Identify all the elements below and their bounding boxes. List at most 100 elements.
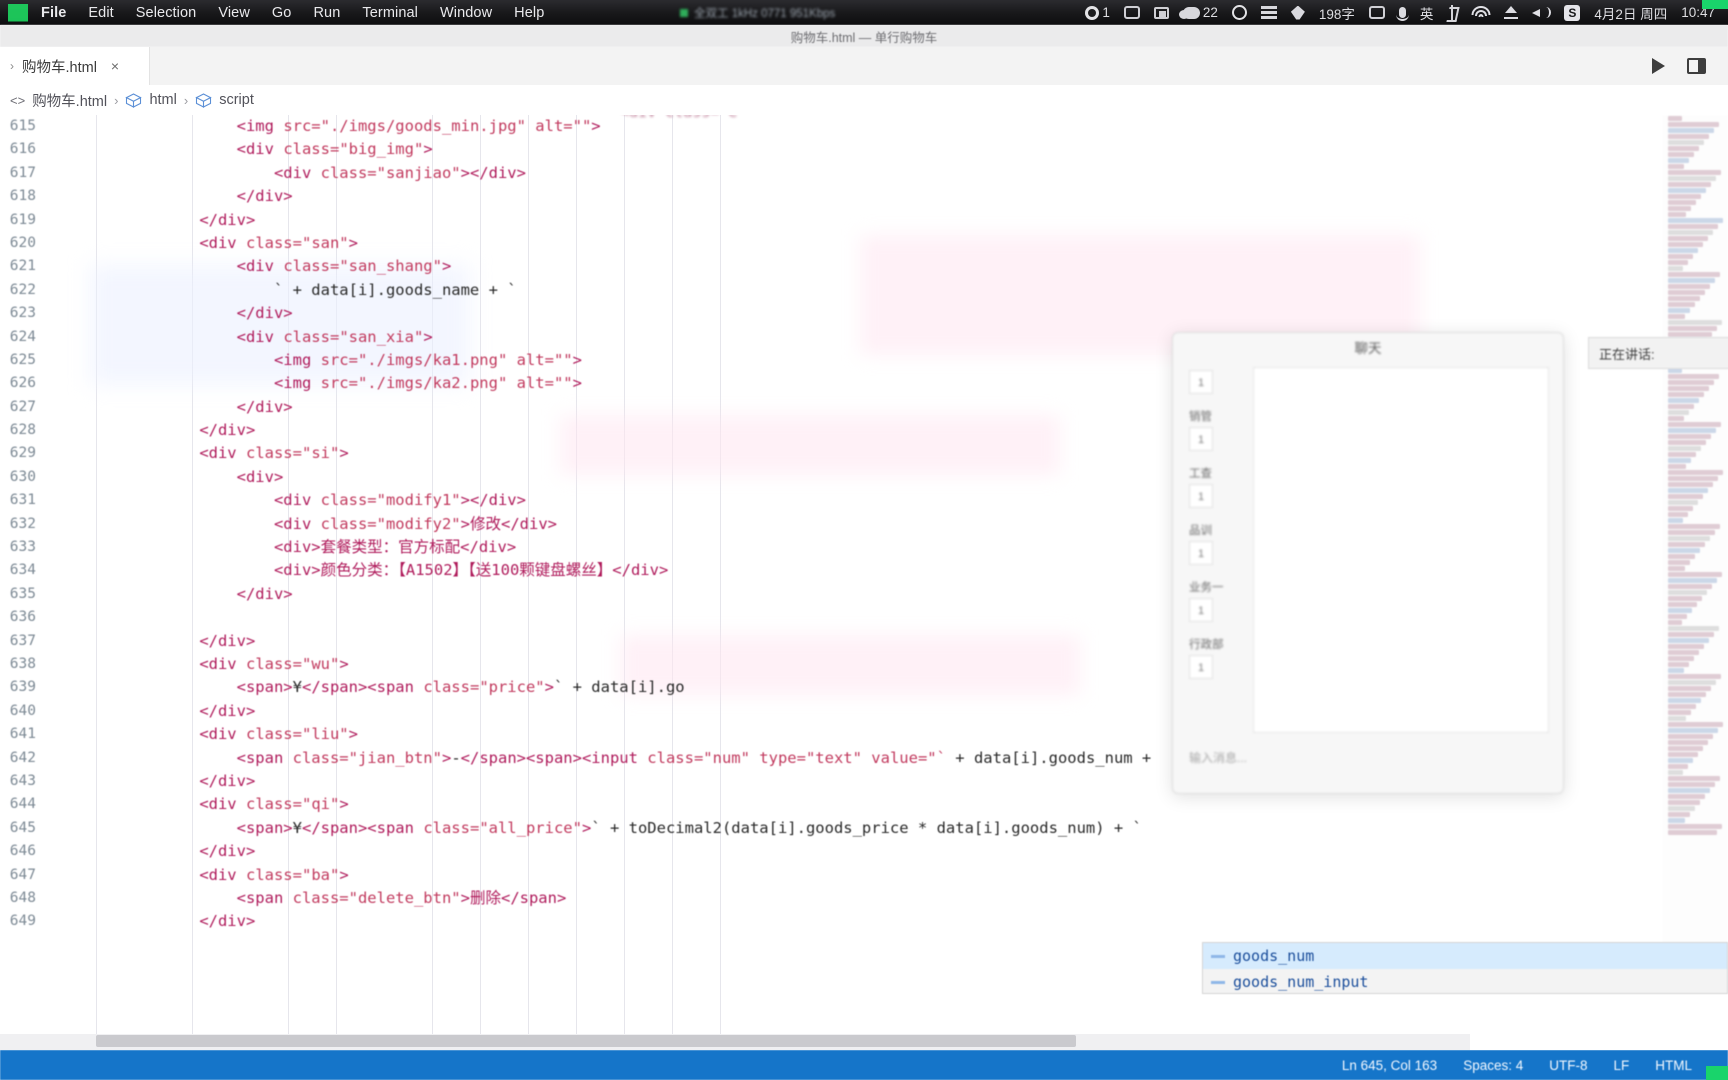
code-token: 修改 <box>469 514 501 533</box>
code-token: </div> <box>236 397 293 416</box>
run-icon[interactable] <box>1652 58 1665 74</box>
calendar-icon[interactable] <box>1117 6 1147 19</box>
bluetooth-icon[interactable] <box>1440 5 1464 20</box>
chat-group-name: 工查 <box>1189 468 1212 480</box>
menu-run[interactable]: Run <box>302 5 351 21</box>
field-icon <box>1211 954 1225 958</box>
minimap-line <box>1668 374 1719 379</box>
minimap-line <box>1668 458 1691 463</box>
minimap-line <box>1668 734 1713 739</box>
code-line[interactable]: </div> <box>0 302 1728 325</box>
close-icon[interactable]: × <box>111 58 119 74</box>
menu-terminal[interactable]: Terminal <box>351 5 429 21</box>
wifi-icon[interactable] <box>1464 5 1497 20</box>
minimap-line <box>1668 656 1694 661</box>
chat-input[interactable]: 输入消息... <box>1189 741 1549 775</box>
code-token: <img <box>273 350 321 369</box>
status-language-mode[interactable]: HTML <box>1655 1058 1692 1073</box>
sogou-icon[interactable]: S <box>1557 4 1587 21</box>
horizontal-scrollbar[interactable] <box>96 1035 1076 1047</box>
minimap[interactable] <box>1662 115 1728 1040</box>
input-source-icon[interactable]: 英 <box>1413 3 1441 23</box>
breadcrumb-crumb-html[interactable]: html <box>149 92 176 108</box>
chat-group-item[interactable]: 行政部 1 <box>1189 636 1247 679</box>
cloud-icon[interactable]: 22 <box>1176 5 1225 20</box>
menu-selection[interactable]: Selection <box>125 5 208 21</box>
menu-file[interactable]: File <box>30 5 77 21</box>
code-line[interactable]: </div> <box>0 910 1728 933</box>
menubar-date[interactable]: 4月2日 周四 <box>1587 3 1674 23</box>
code-token: </div> <box>501 514 557 533</box>
code-line[interactable]: ` + data[i].goods_name + ` <box>0 279 1728 302</box>
chat-group-item[interactable]: 品训 1 <box>1189 522 1247 565</box>
menu-go[interactable]: Go <box>261 5 303 21</box>
code-token: alt= <box>507 350 554 369</box>
code-line[interactable]: </div> <box>0 840 1728 863</box>
circle-icon[interactable] <box>1225 5 1254 20</box>
eject-icon[interactable] <box>1497 6 1525 19</box>
autocomplete-popup[interactable]: goods_num goods_num_input <box>1202 942 1728 994</box>
breadcrumb-file[interactable]: 购物车.html <box>32 90 107 111</box>
code-token: type= <box>749 748 806 767</box>
minimap-line <box>1668 242 1703 247</box>
minimap-line <box>1668 302 1695 307</box>
screen-record-icon[interactable]: 1 <box>1078 5 1117 20</box>
stack-icon[interactable] <box>1254 6 1284 19</box>
autocomplete-item[interactable]: goods_num <box>1203 943 1727 969</box>
code-token: <div <box>199 725 246 744</box>
apple-logo-icon[interactable] <box>8 3 28 22</box>
menu-edit[interactable]: Edit <box>77 5 124 21</box>
code-token: > <box>572 350 582 369</box>
minimap-line <box>1668 776 1720 781</box>
chat-group-list[interactable]: 1 销管 1 工查 1 品训 1 业务一 1 行政部 1 <box>1189 367 1247 733</box>
code-line[interactable]: <div class="big_img"> <box>0 138 1728 161</box>
chat-group-item[interactable]: 1 <box>1189 370 1247 394</box>
ime-count-label[interactable]: 198字 <box>1312 3 1362 23</box>
code-token: <div> <box>273 538 321 557</box>
minimap-line <box>1668 440 1706 445</box>
code-line[interactable]: <span>¥</span><span class="all_price">` … <box>0 817 1728 840</box>
minimap-line <box>1668 134 1709 139</box>
minimap-line <box>1668 518 1683 523</box>
microphone-icon[interactable] <box>1392 7 1413 21</box>
code-line[interactable]: <div class="qi"> <box>0 793 1728 816</box>
code-line[interactable]: <span class="delete_btn">删除</span> <box>0 887 1728 910</box>
autocomplete-item[interactable]: goods_num_input <box>1203 969 1727 995</box>
status-indentation[interactable]: Spaces: 4 <box>1463 1058 1523 1073</box>
leaf-icon[interactable] <box>1284 5 1312 20</box>
tab-gouwuche-html[interactable]: › 购物车.html × <box>0 47 150 85</box>
menu-view[interactable]: View <box>207 5 261 21</box>
chat-group-item[interactable]: 工查 1 <box>1189 465 1247 508</box>
code-line[interactable]: </div> <box>0 209 1728 232</box>
layout-icon[interactable] <box>1687 58 1706 74</box>
code-line[interactable]: <img src="./imgs/goods_min.jpg" alt=""> <box>0 115 1728 138</box>
code-token: + data[i].goods_num + <box>945 748 1152 767</box>
chat-message-area <box>1253 367 1549 733</box>
screen-record-count: 1 <box>1102 5 1110 20</box>
editor-tab-bar: › 购物车.html × <box>0 47 1728 85</box>
status-encoding[interactable]: UTF-8 <box>1549 1058 1587 1073</box>
control-center-icon[interactable] <box>1362 6 1392 19</box>
breadcrumb-crumb-script[interactable]: script <box>219 92 254 108</box>
minimap-line <box>1668 548 1700 553</box>
status-cursor-position[interactable]: Ln 645, Col 163 <box>1342 1058 1437 1073</box>
code-token: "" <box>553 350 573 369</box>
minimap-line <box>1668 386 1709 391</box>
code-line[interactable]: <div class="ba"> <box>0 864 1728 887</box>
code-line[interactable]: <div class="san_shang"> <box>0 255 1728 278</box>
code-line[interactable]: </div> <box>0 185 1728 208</box>
code-token: - <box>451 748 461 767</box>
menu-window[interactable]: Window <box>429 5 503 21</box>
status-eol[interactable]: LF <box>1613 1058 1629 1073</box>
minimap-line <box>1668 650 1699 655</box>
menu-help[interactable]: Help <box>503 5 555 21</box>
chat-window[interactable]: 聊天 1 销管 1 工查 1 品训 1 业务一 1 行政部 1 输入消息... <box>1172 332 1564 794</box>
minimap-line <box>1668 164 1684 169</box>
code-line[interactable]: <div class="sanjiao"></div> <box>0 162 1728 185</box>
chat-group-item[interactable]: 业务一 1 <box>1189 579 1247 622</box>
volume-icon[interactable] <box>1525 6 1557 20</box>
code-line[interactable]: <div class="san"> <box>0 232 1728 255</box>
chat-group-item[interactable]: 销管 1 <box>1189 408 1247 451</box>
chat-group-value: 1 <box>1189 655 1213 679</box>
screenshot-icon[interactable] <box>1147 6 1176 19</box>
